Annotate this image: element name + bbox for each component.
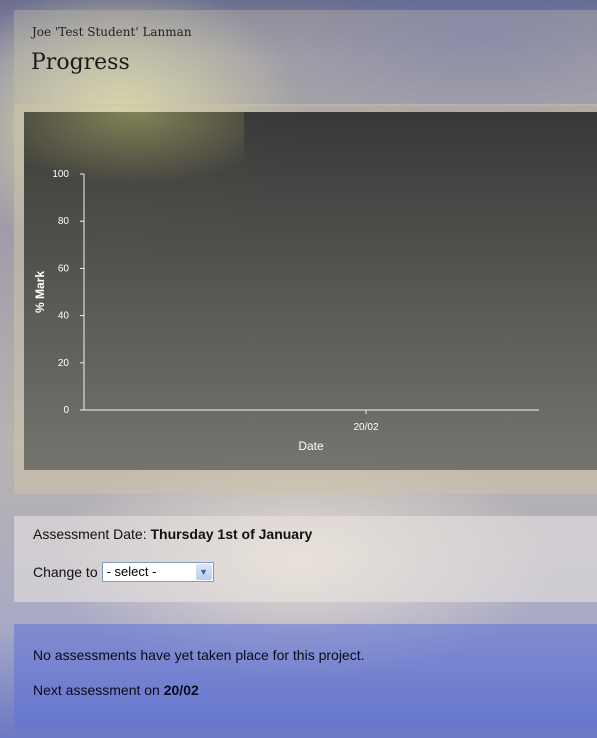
no-assessments-message: No assessments have yet taken place for … (33, 647, 365, 663)
student-name: Joe 'Test Student' Lanman (32, 25, 192, 39)
next-assessment-date: 20/02 (163, 682, 199, 698)
info-panel (14, 624, 597, 729)
y-tick-label: 20 (58, 358, 70, 369)
change-to-label: Change to (33, 564, 98, 580)
assessment-date: Assessment Date: Thursday 1st of January (33, 526, 312, 542)
y-tick-label: 60 (58, 263, 70, 274)
assessment-date-label: Assessment Date: (33, 526, 151, 542)
progress-chart: 0 20 40 60 80 100 20/02 Date % Mark (33, 169, 539, 453)
change-to-row: Change to - select - ▼ (33, 562, 214, 582)
assessment-date-select[interactable]: - select - ▼ (101, 562, 214, 582)
next-assessment: Next assessment on 20/02 (33, 682, 199, 698)
chart-panel: 0 20 40 60 80 100 20/02 Date % Mark (24, 112, 597, 470)
y-tick-label: 80 (58, 216, 70, 227)
y-tick-label: 0 (63, 405, 69, 416)
select-value: - select - (106, 564, 157, 579)
x-axis-title: Date (298, 439, 324, 453)
y-tick-label: 100 (52, 169, 69, 180)
assessment-date-value: Thursday 1st of January (150, 526, 313, 542)
y-axis-title: % Mark (33, 271, 47, 313)
next-assessment-label: Next assessment on (33, 682, 164, 698)
y-tick-label: 40 (58, 311, 70, 322)
chevron-down-icon[interactable]: ▼ (195, 564, 212, 580)
page-title: Progress (31, 50, 130, 75)
x-tick-label: 20/02 (353, 422, 378, 433)
